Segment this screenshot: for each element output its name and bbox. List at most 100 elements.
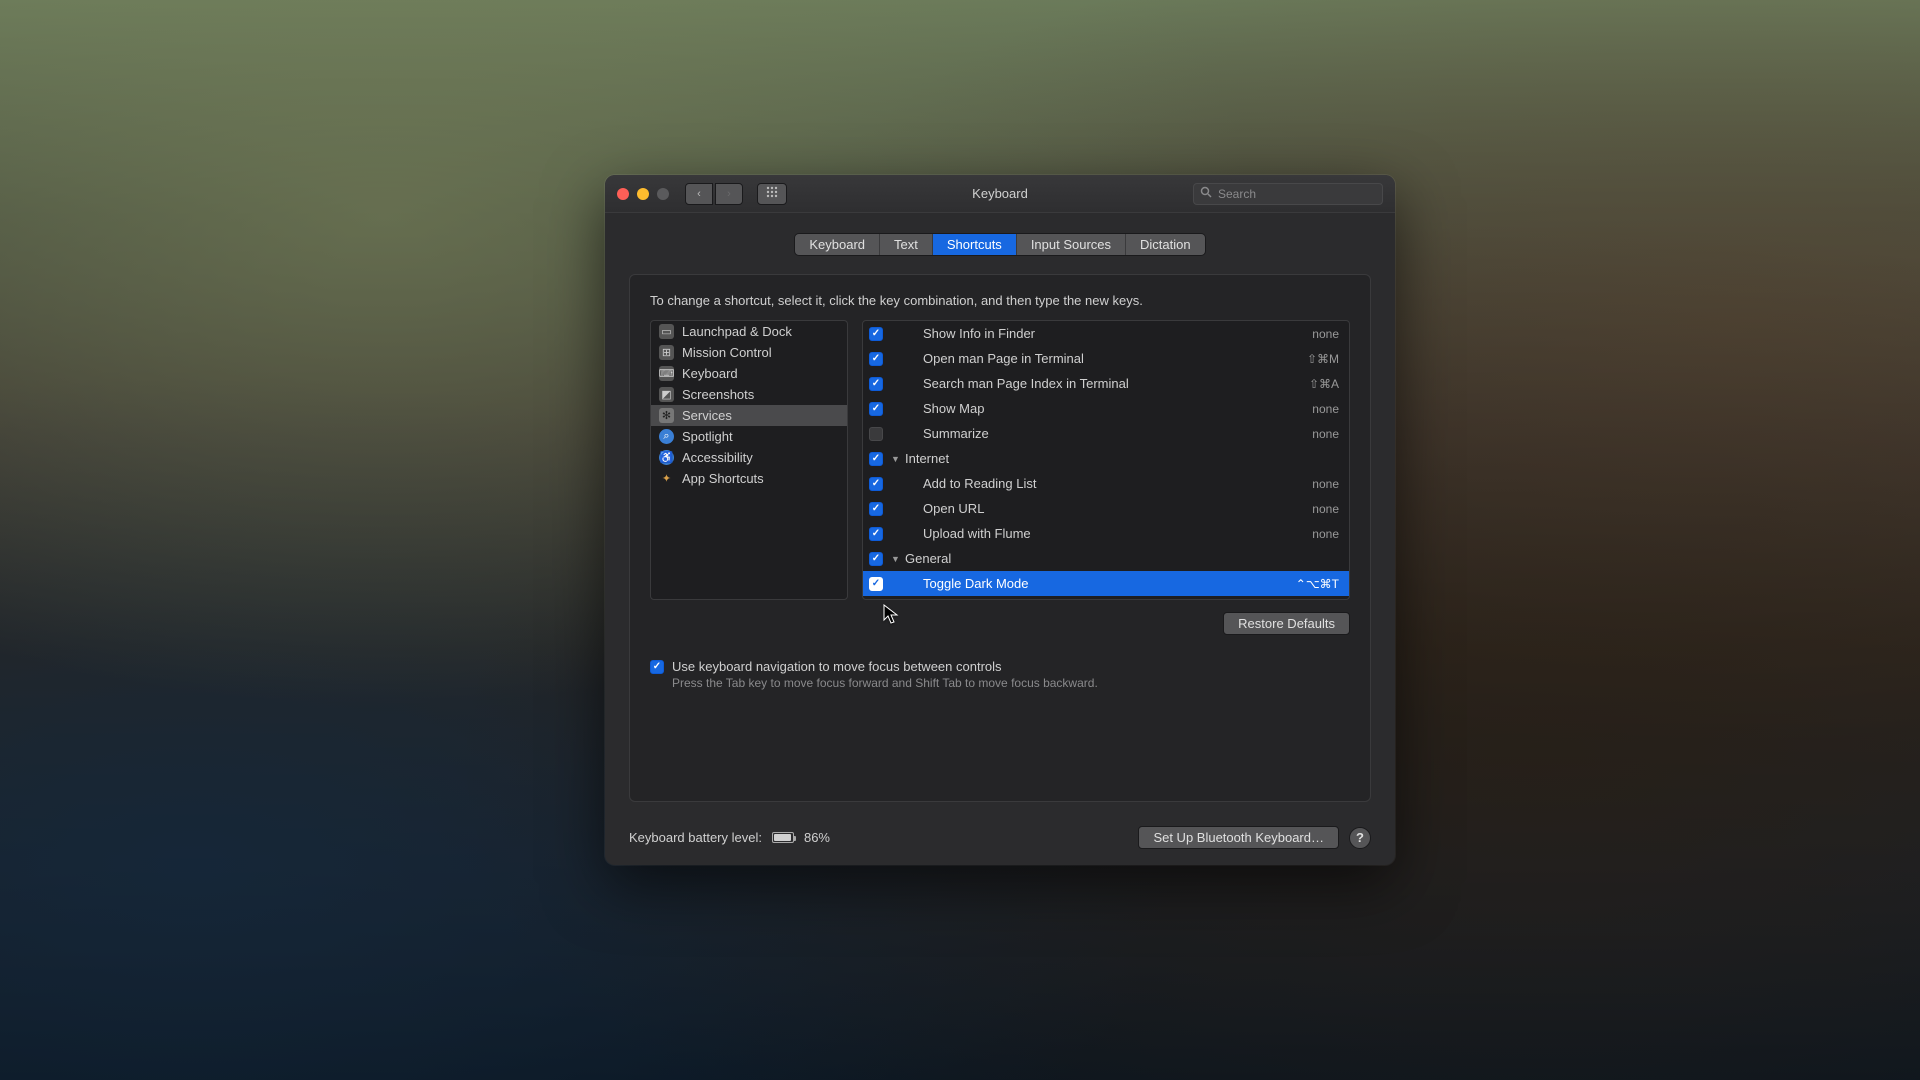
shortcut-key: none: [1312, 327, 1339, 341]
sidebar-item-label: App Shortcuts: [682, 471, 764, 486]
nav-buttons: ‹ ›: [685, 183, 743, 205]
shortcut-row[interactable]: ✓ Add to Reading List none: [863, 471, 1349, 496]
shortcut-label: Show Map: [923, 401, 1312, 416]
battery-icon: [772, 832, 794, 843]
checkbox[interactable]: ✓: [869, 377, 883, 391]
sidebar-item-launchpad[interactable]: ▭ Launchpad & Dock: [651, 321, 847, 342]
sidebar-item-label: Spotlight: [682, 429, 733, 444]
checkbox[interactable]: ✓: [869, 352, 883, 366]
shortcut-label: Open URL: [923, 501, 1312, 516]
shortcut-row[interactable]: ✓ Search man Page Index in Terminal ⇧⌘A: [863, 371, 1349, 396]
shortcut-label: Add to Reading List: [923, 476, 1312, 491]
tab-dictation[interactable]: Dictation: [1126, 234, 1205, 255]
shortcut-row[interactable]: ✓ Open URL none: [863, 496, 1349, 521]
shortcut-key: none: [1312, 427, 1339, 441]
sidebar-item-accessibility[interactable]: ♿ Accessibility: [651, 447, 847, 468]
sidebar-item-keyboard[interactable]: ⌨ Keyboard: [651, 363, 847, 384]
sidebar-item-label: Mission Control: [682, 345, 772, 360]
help-icon: ?: [1356, 830, 1364, 845]
checkbox[interactable]: ✓: [650, 660, 664, 674]
back-button[interactable]: ‹: [685, 183, 713, 205]
checkbox[interactable]: ✓: [869, 402, 883, 416]
services-icon: ✻: [659, 408, 674, 423]
restore-defaults-button[interactable]: Restore Defaults: [1223, 612, 1350, 635]
footer: Keyboard battery level: 86% Set Up Bluet…: [605, 816, 1395, 865]
tab-input-sources[interactable]: Input Sources: [1017, 234, 1126, 255]
battery-percentage: 86%: [804, 830, 830, 845]
sidebar-item-label: Screenshots: [682, 387, 754, 402]
shortcut-group[interactable]: ✓ ▼ Internet: [863, 446, 1349, 471]
shortcut-group[interactable]: ✓ ▼ General: [863, 546, 1349, 571]
bluetooth-keyboard-button[interactable]: Set Up Bluetooth Keyboard…: [1138, 826, 1339, 849]
search-field[interactable]: [1193, 183, 1383, 205]
group-label: Internet: [905, 451, 1339, 466]
shortcut-row[interactable]: ✓ Show Map none: [863, 396, 1349, 421]
checkbox[interactable]: ✓: [869, 527, 883, 541]
sidebar-item-spotlight[interactable]: ⌕ Spotlight: [651, 426, 847, 447]
sidebar-item-label: Launchpad & Dock: [682, 324, 792, 339]
checkbox[interactable]: ✓: [869, 502, 883, 516]
show-all-button[interactable]: [757, 183, 787, 205]
traffic-lights: [617, 188, 669, 200]
keyboard-nav-sublabel: Press the Tab key to move focus forward …: [672, 676, 1350, 690]
group-label: General: [905, 551, 1339, 566]
close-icon[interactable]: [617, 188, 629, 200]
split-view: ▭ Launchpad & Dock ⊞ Mission Control ⌨ K…: [650, 320, 1350, 600]
tab-text[interactable]: Text: [880, 234, 933, 255]
content: Keyboard Text Shortcuts Input Sources Di…: [605, 213, 1395, 816]
search-icon: [1200, 186, 1212, 201]
shortcut-row[interactable]: ✓ Toggle Dark Mode ⌃⌥⌘T: [863, 571, 1349, 596]
shortcut-row[interactable]: Summarize none: [863, 421, 1349, 446]
checkbox[interactable]: ✓: [869, 327, 883, 341]
help-button[interactable]: ?: [1349, 827, 1371, 849]
shortcut-label: Summarize: [923, 426, 1312, 441]
shortcut-row[interactable]: ✓ Show Info in Finder none: [863, 321, 1349, 346]
shortcut-key: none: [1312, 527, 1339, 541]
checkbox[interactable]: ✓: [869, 552, 883, 566]
zoom-icon: [657, 188, 669, 200]
sidebar-item-services[interactable]: ✻ Services: [651, 405, 847, 426]
spotlight-icon: ⌕: [659, 429, 674, 444]
shortcuts-panel: To change a shortcut, select it, click t…: [629, 274, 1371, 802]
mission-control-icon: ⊞: [659, 345, 674, 360]
shortcut-label: Show Info in Finder: [923, 326, 1312, 341]
tab-bar: Keyboard Text Shortcuts Input Sources Di…: [629, 233, 1371, 256]
keyboard-nav-label: Use keyboard navigation to move focus be…: [672, 659, 1002, 674]
checkbox[interactable]: ✓: [869, 577, 883, 591]
forward-button[interactable]: ›: [715, 183, 743, 205]
tab-shortcuts[interactable]: Shortcuts: [933, 234, 1017, 255]
disclosure-triangle-icon[interactable]: ▼: [891, 554, 901, 564]
sidebar-item-label: Keyboard: [682, 366, 738, 381]
checkbox[interactable]: ✓: [869, 452, 883, 466]
shortcut-row[interactable]: ✓ Upload with Flume none: [863, 521, 1349, 546]
shortcut-row[interactable]: ✓ Open man Page in Terminal ⇧⌘M: [863, 346, 1349, 371]
sidebar-item-mission-control[interactable]: ⊞ Mission Control: [651, 342, 847, 363]
screenshot-icon: ◩: [659, 387, 674, 402]
shortcut-key: ⇧⌘M: [1307, 352, 1339, 366]
shortcut-label: Open man Page in Terminal: [923, 351, 1307, 366]
app-shortcuts-icon: ✦: [659, 471, 674, 486]
search-input[interactable]: [1218, 187, 1376, 201]
instruction-text: To change a shortcut, select it, click t…: [650, 293, 1350, 308]
category-sidebar: ▭ Launchpad & Dock ⊞ Mission Control ⌨ K…: [650, 320, 848, 600]
checkbox[interactable]: [869, 427, 883, 441]
minimize-icon[interactable]: [637, 188, 649, 200]
launchpad-icon: ▭: [659, 324, 674, 339]
shortcut-key: none: [1312, 477, 1339, 491]
shortcut-list[interactable]: ✓ Show Info in Finder none ✓ Open man Pa…: [862, 320, 1350, 600]
sidebar-item-label: Accessibility: [682, 450, 753, 465]
checkbox[interactable]: ✓: [869, 477, 883, 491]
preferences-window: ‹ › Keyboard Keyboard Text Shortcuts Inp…: [605, 175, 1395, 865]
shortcut-key: ⇧⌘A: [1309, 377, 1339, 391]
tab-keyboard[interactable]: Keyboard: [795, 234, 880, 255]
chevron-right-icon: ›: [727, 188, 731, 200]
disclosure-triangle-icon[interactable]: ▼: [891, 454, 901, 464]
sidebar-item-screenshots[interactable]: ◩ Screenshots: [651, 384, 847, 405]
keyboard-icon: ⌨: [659, 366, 674, 381]
shortcut-label: Upload with Flume: [923, 526, 1312, 541]
accessibility-icon: ♿: [659, 450, 674, 465]
sidebar-item-app-shortcuts[interactable]: ✦ App Shortcuts: [651, 468, 847, 489]
grid-icon: [766, 186, 778, 201]
shortcut-label: Search man Page Index in Terminal: [923, 376, 1309, 391]
battery-label: Keyboard battery level:: [629, 830, 762, 845]
